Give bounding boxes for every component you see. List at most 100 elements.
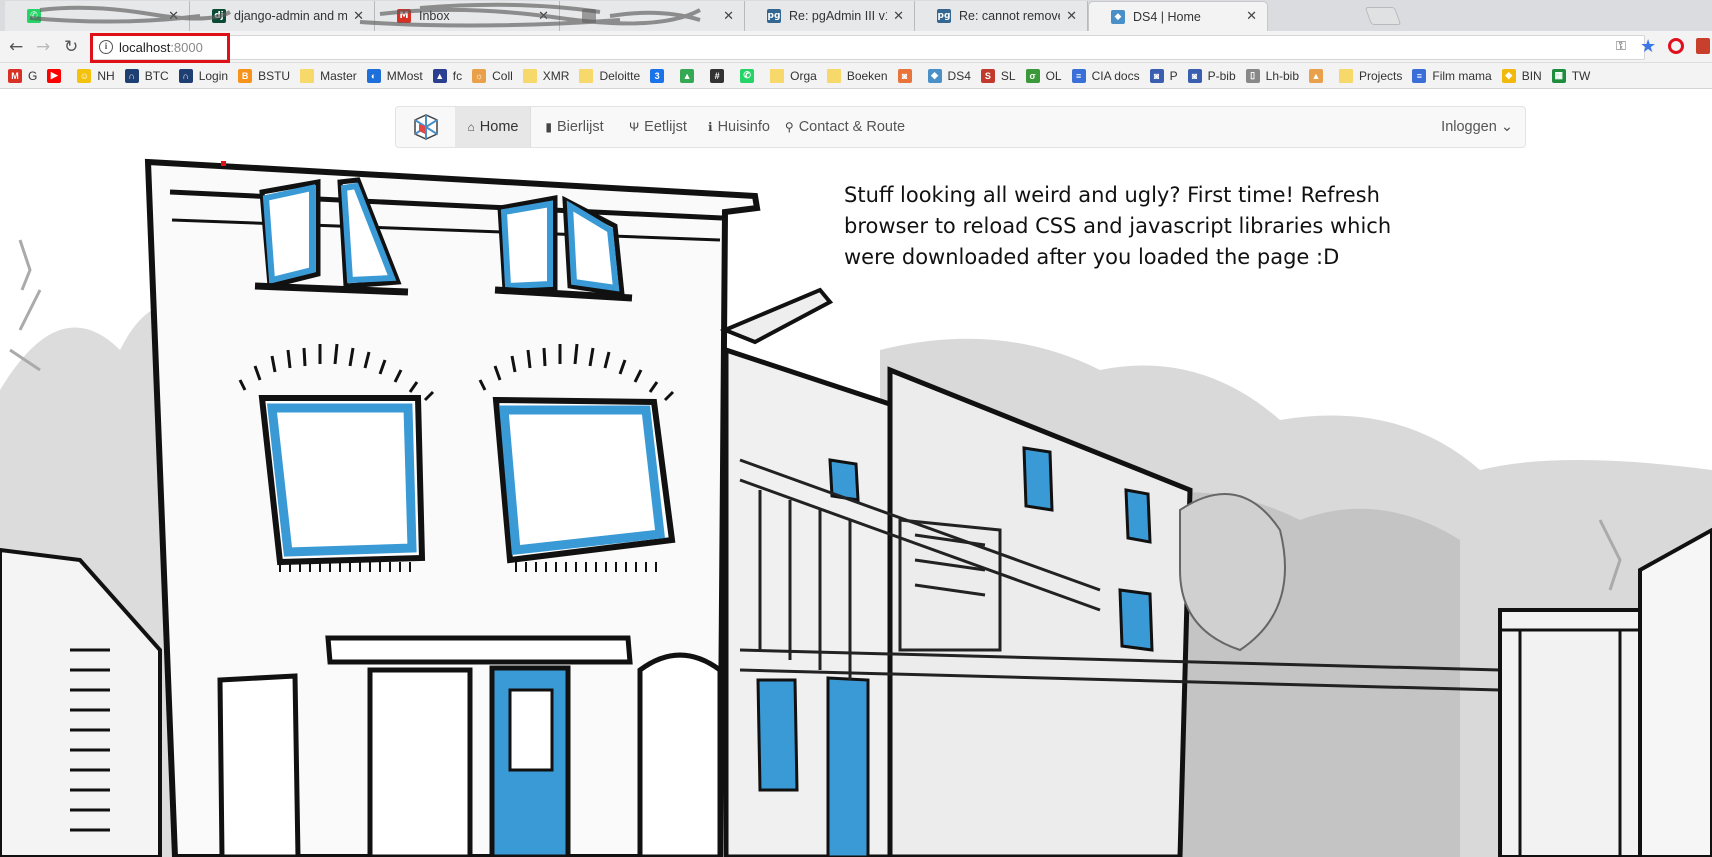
bookmark-item[interactable]: ≡ CIA docs bbox=[1071, 68, 1140, 83]
bookmark-item[interactable]: ◆ DS4 bbox=[927, 68, 971, 83]
address-bar[interactable]: i localhost:8000 bbox=[90, 35, 1645, 60]
bookmark-item[interactable]: ▦ TW bbox=[1551, 68, 1590, 83]
bookmark-item[interactable]: ☺ NH bbox=[77, 68, 115, 83]
bookmark-favicon-icon: ▦ bbox=[1551, 68, 1566, 83]
tab-close-icon[interactable]: ✕ bbox=[353, 9, 364, 24]
tab-title: DS4 | Home bbox=[1133, 9, 1201, 24]
bookmark-favicon-icon: ☺ bbox=[77, 68, 92, 83]
bookmark-item[interactable]: σ OL bbox=[1025, 68, 1062, 83]
bookmark-favicon-icon: ∩ bbox=[124, 68, 139, 83]
reload-button[interactable]: ↻ bbox=[64, 37, 78, 57]
nav-label: Huisinfo bbox=[717, 119, 770, 135]
nav-label: Bierlijst bbox=[556, 119, 604, 135]
cutlery-icon: Ψ bbox=[629, 120, 640, 134]
nav-label: Eetlijst bbox=[644, 119, 687, 135]
tab-strip: ✆✕djdjango-admin and mana✕MInbox✕✕pgRe: … bbox=[0, 0, 1712, 31]
bookmark-favicon-icon: ∩ bbox=[178, 68, 193, 83]
tab-3[interactable]: M Inbox ✕ bbox=[375, 1, 560, 31]
map-marker-icon: ⚲ bbox=[784, 120, 794, 134]
tab-7[interactable]: ◆ DS4 | Home ✕ bbox=[1088, 1, 1268, 31]
tab-favicon-icon: ◆ bbox=[1111, 9, 1125, 24]
tab-2[interactable]: dj django-admin and mana ✕ bbox=[190, 1, 375, 31]
bookmark-item[interactable]: ∩ BTC bbox=[124, 68, 169, 83]
nav-home[interactable]: ⌂ Home bbox=[456, 107, 531, 147]
extension-icon[interactable] bbox=[1696, 38, 1710, 54]
page-content: ⌂ Home ▮ Bierlijst Ψ Eetlijst ℹ Huisinfo ⚲ Contac… bbox=[0, 90, 1712, 857]
bookmark-item[interactable]: ▯ Lh-bib bbox=[1245, 68, 1299, 83]
bookmark-label: Projects bbox=[1359, 68, 1403, 83]
new-tab-button[interactable] bbox=[1364, 7, 1402, 25]
bookmark-item[interactable]: XMR bbox=[522, 68, 570, 83]
bookmark-label: BIN bbox=[1521, 68, 1542, 83]
nav-eetlijst[interactable]: Ψ Eetlijst bbox=[618, 107, 698, 147]
tab-title: Inbox bbox=[419, 9, 450, 23]
bookmark-label: Film mama bbox=[1432, 68, 1492, 83]
bookmark-item[interactable]: Orga bbox=[770, 68, 817, 83]
bookmark-item[interactable]: MG bbox=[8, 68, 37, 83]
bookmark-item[interactable]: ▲ fc bbox=[432, 68, 462, 83]
bookmark-item[interactable]: ◙ bbox=[897, 68, 918, 83]
bookmark-label: Login bbox=[198, 68, 229, 83]
tab-close-icon[interactable]: ✕ bbox=[168, 9, 179, 24]
bookmark-item[interactable]: S SL bbox=[980, 68, 1016, 83]
bookmark-item[interactable]: ◙ P-bib bbox=[1187, 68, 1236, 83]
tab-title: Re: pgAdmin III v1.10.5. U bbox=[789, 9, 887, 23]
bookmark-item[interactable]: ◆ BIN bbox=[1501, 68, 1542, 83]
bookmark-item[interactable]: ◙ P bbox=[1149, 68, 1178, 83]
bookmark-label: Boeken bbox=[846, 68, 888, 83]
bookmark-item[interactable]: ☼ Coll bbox=[472, 68, 513, 83]
tab-close-icon[interactable]: ✕ bbox=[1066, 9, 1077, 24]
beer-icon: ▮ bbox=[545, 120, 552, 134]
opera-extension-icon[interactable] bbox=[1668, 38, 1684, 54]
bookmark-favicon-icon: # bbox=[710, 68, 725, 83]
bookmark-item[interactable]: Deloitte bbox=[579, 68, 640, 83]
tab-favicon-icon: ✆ bbox=[27, 9, 41, 23]
bookmark-item[interactable]: ≡ Film mama bbox=[1412, 68, 1492, 83]
nav-huisinfo[interactable]: ℹ Huisinfo bbox=[698, 107, 780, 147]
bookmark-item[interactable]: B BSTU bbox=[238, 68, 290, 83]
nav-label: Home bbox=[479, 119, 519, 135]
bookmark-item[interactable]: ▶ bbox=[47, 68, 67, 83]
bookmark-item[interactable]: Boeken bbox=[826, 68, 888, 83]
folder-icon bbox=[826, 68, 841, 83]
tab-4[interactable]: ✕ bbox=[560, 1, 745, 31]
nav-contact-route[interactable]: ⚲ Contact & Route bbox=[780, 107, 910, 147]
bookmark-star-icon[interactable]: ★ bbox=[1640, 36, 1656, 57]
brand-logo[interactable] bbox=[396, 107, 456, 147]
tab-close-icon[interactable]: ✕ bbox=[723, 9, 734, 24]
bookmark-favicon-icon: ▲ bbox=[680, 68, 695, 83]
folder-icon bbox=[522, 68, 537, 83]
home-icon: ⌂ bbox=[467, 120, 475, 134]
bookmark-label: Lh-bib bbox=[1265, 68, 1299, 83]
ds4-logo-icon bbox=[413, 114, 438, 140]
tab-close-icon[interactable]: ✕ bbox=[893, 9, 904, 24]
login-dropdown[interactable]: Inloggen ⌄ bbox=[1441, 107, 1513, 147]
bookmark-item[interactable]: ✆ bbox=[740, 68, 760, 83]
tab-close-icon[interactable]: ✕ bbox=[1246, 9, 1257, 24]
forward-button[interactable]: → bbox=[36, 37, 50, 57]
bookmark-item[interactable]: Projects bbox=[1339, 68, 1403, 83]
bookmark-favicon-icon: ≡ bbox=[1071, 68, 1086, 83]
info-icon: ℹ bbox=[708, 120, 713, 134]
bookmark-item[interactable]: ∩ Login bbox=[178, 68, 229, 83]
tab-6[interactable]: pg Re: cannot remove some ✕ bbox=[915, 1, 1088, 31]
bookmark-label: SL bbox=[1000, 68, 1016, 83]
tab-5[interactable]: pg Re: pgAdmin III v1.10.5. U ✕ bbox=[745, 1, 915, 31]
bookmark-item[interactable]: ◐ MMost bbox=[366, 68, 423, 83]
bookmark-favicon-icon: ▯ bbox=[1245, 68, 1260, 83]
key-icon[interactable]: ⚿ bbox=[1616, 39, 1626, 54]
nav-bierlijst[interactable]: ▮ Bierlijst bbox=[531, 107, 618, 147]
bookmark-item[interactable]: Master bbox=[300, 68, 357, 83]
tab-close-icon[interactable]: ✕ bbox=[538, 9, 549, 24]
bookmark-item[interactable]: 3 bbox=[650, 68, 670, 83]
back-button[interactable]: ← bbox=[9, 37, 23, 57]
bookmark-item[interactable]: ▲ bbox=[1309, 68, 1329, 83]
bookmark-item[interactable]: # bbox=[710, 68, 730, 83]
bookmark-favicon-icon: S bbox=[980, 68, 995, 83]
tab-title: django-admin and mana bbox=[234, 9, 348, 23]
highlight-box bbox=[90, 33, 230, 63]
bookmark-item[interactable]: ▲ bbox=[680, 68, 700, 83]
bookmark-label: XMR bbox=[542, 68, 570, 83]
bookmark-label: OL bbox=[1045, 68, 1062, 83]
tab-1[interactable]: ✆ ✕ bbox=[5, 1, 190, 31]
